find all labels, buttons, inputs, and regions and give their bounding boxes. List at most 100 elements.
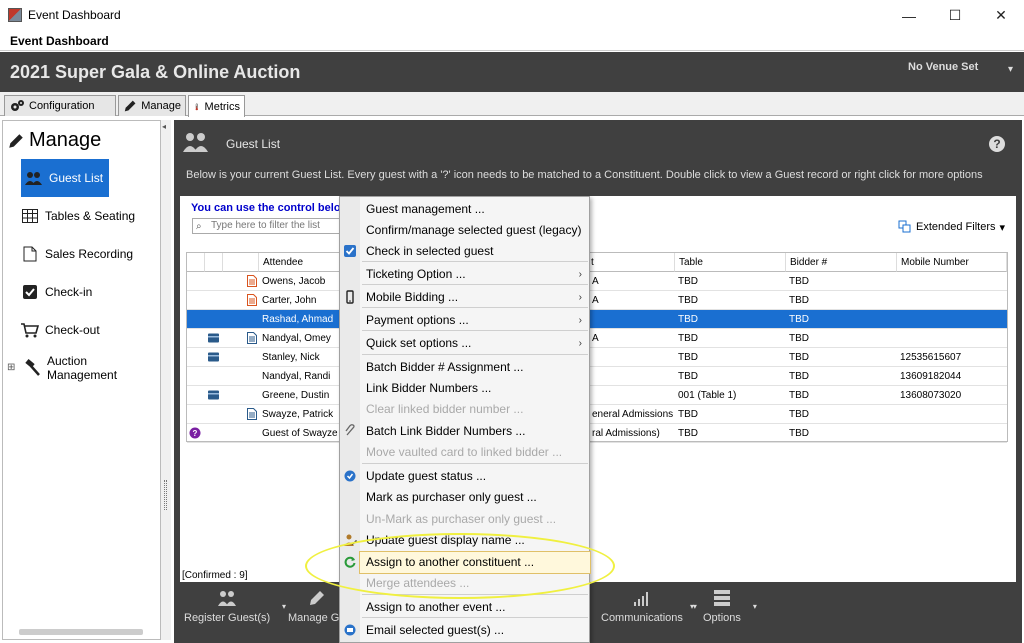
table-header-bidder[interactable]: Bidder # — [786, 253, 897, 272]
submenu-arrow-icon: › — [578, 269, 582, 280]
table-cell-table: TBD — [675, 348, 786, 367]
table-header-ticket[interactable]: t — [589, 253, 675, 272]
options-button[interactable]: Options ▾ — [703, 588, 757, 624]
menu-item-payment-options[interactable]: Payment options ... › — [360, 310, 590, 331]
sidebar-scrollbar[interactable] — [19, 629, 143, 635]
table-cell-table: 001 (Table 1) — [675, 386, 786, 405]
communications-label: Communications — [601, 612, 683, 624]
sidebar-item-label: Sales Recording — [45, 247, 134, 261]
table-cell-bidder: TBD — [786, 386, 897, 405]
table-cell-bidder: TBD — [786, 405, 897, 424]
sidebar-item-label: Guest List — [49, 171, 104, 185]
chevron-down-icon: ▾ — [282, 602, 287, 611]
bottom-toolbar: Register Guest(s) Manage Gu Communicatio… — [174, 582, 1022, 640]
page-description: Below is your current Guest List. Every … — [186, 169, 983, 181]
menu-separator — [362, 307, 588, 308]
chevron-down-icon: ▾ — [999, 221, 1006, 234]
checkbox-checked-icon — [344, 245, 356, 257]
filter-input[interactable]: Type here to filter the list ⌕ — [192, 218, 342, 234]
menu-item-assign-to-another-event[interactable]: Assign to another event ... — [360, 597, 590, 618]
tab-configuration-label: Configuration — [29, 100, 95, 112]
table-cell-bidder: TBD — [786, 424, 897, 443]
table-cell-table: TBD — [675, 291, 786, 310]
menu-item-check-in-selected-guest[interactable]: Check in selected guest — [360, 241, 590, 262]
tab-manage[interactable]: Manage — [118, 95, 186, 116]
minimize-button[interactable]: — — [886, 0, 932, 31]
tab-metrics[interactable]: Metrics — [188, 95, 245, 117]
venue-chevron-down-icon[interactable]: ▾ — [1008, 64, 1013, 75]
venue-selector[interactable]: No Venue Set — [908, 61, 978, 73]
credit-card-icon — [208, 352, 219, 362]
menu-item-label: Assign to another event ... — [366, 600, 506, 614]
collapse-arrow-icon[interactable]: ◂ — [162, 122, 166, 131]
sidebar-splitter[interactable]: ◂ — [161, 120, 171, 640]
table-header-col[interactable] — [205, 253, 223, 272]
menu-item-label: Check in selected guest — [366, 244, 494, 258]
menu-item-mobile-bidding[interactable]: Mobile Bidding ... › — [360, 287, 590, 308]
table-cell-ticket: ral Admissions) — [589, 424, 675, 443]
table-cell-mobile — [897, 310, 1007, 329]
table-cell-mobile — [897, 405, 1007, 424]
document-icon — [21, 245, 39, 263]
menu-item-guest-management[interactable]: Guest management ... — [360, 199, 590, 220]
page-title: Guest List — [226, 137, 281, 151]
menu-item-un-mark-as-purchaser-only-guest: Un-Mark as purchaser only guest ... — [360, 509, 590, 530]
sidebar-item-tables-seating[interactable]: Tables & Seating — [21, 205, 139, 227]
row-icon-cell — [187, 367, 259, 386]
table-header-col[interactable] — [223, 253, 259, 272]
sidebar-item-check-out[interactable]: Check-out — [21, 319, 104, 341]
mobile-phone-icon — [346, 290, 354, 304]
extended-filters-button[interactable]: Extended Filters ▾ — [898, 220, 1005, 234]
sidebar-item-label: Tables & Seating — [45, 209, 136, 223]
tab-metrics-label: Metrics — [204, 100, 240, 113]
table-header-col[interactable] — [187, 253, 205, 272]
filter-icon — [898, 220, 911, 233]
menu-item-update-guest-status[interactable]: Update guest status ... — [360, 466, 590, 487]
cart-icon — [21, 321, 39, 339]
tab-configuration[interactable]: Configuration — [4, 95, 116, 116]
menu-item-link-bidder-numbers[interactable]: Link Bidder Numbers ... — [360, 378, 590, 399]
gears-icon — [11, 100, 24, 111]
menu-item-label: Guest management ... — [366, 202, 485, 216]
menu-item-mark-as-purchaser-only-guest[interactable]: Mark as purchaser only guest ... — [360, 487, 590, 508]
row-icon-cell — [187, 310, 259, 329]
table-cell-table: TBD — [675, 310, 786, 329]
menu-separator — [362, 284, 588, 285]
sidebar-item-check-in[interactable]: Check-in — [21, 281, 96, 303]
menu-item-label: Un-Mark as purchaser only guest ... — [366, 512, 557, 526]
annotation-ellipse — [305, 533, 615, 599]
table-header-mobile[interactable]: Mobile Number — [897, 253, 1007, 272]
manage-guests-button[interactable]: Manage Gu — [288, 588, 345, 624]
submenu-arrow-icon: › — [578, 292, 582, 303]
menu-item-label: Batch Bidder # Assignment ... — [366, 360, 524, 374]
signal-bars-icon — [633, 592, 648, 606]
splitter-grip[interactable] — [164, 480, 167, 510]
sidebar-item-sales-recording[interactable]: Sales Recording — [21, 243, 137, 265]
close-button[interactable]: ✕ — [978, 0, 1024, 31]
sidebar-item-label: Auction Management — [47, 354, 118, 382]
tab-bar: Configuration Manage Metrics — [0, 92, 1024, 117]
table-header-table[interactable]: Table — [675, 253, 786, 272]
help-icon[interactable]: ? — [989, 136, 1005, 152]
info-circle-icon — [344, 470, 356, 482]
menu-item-label: Quick set options ... — [366, 336, 472, 350]
menu-item-email-selected-guest-s[interactable]: Email selected guest(s) ... — [360, 620, 590, 641]
menu-item-confirm-manage-selected-guest-legacy[interactable]: Confirm/manage selected guest (legacy) — [360, 220, 590, 241]
sidebar-item-guest-list[interactable]: Guest List — [21, 159, 110, 197]
maximize-button[interactable]: ☐ — [932, 0, 978, 31]
menu-item-move-vaulted-card-to-linked-bidder: Move vaulted card to linked bidder ... — [360, 442, 590, 463]
menu-item-quick-set-options[interactable]: Quick set options ... › — [360, 333, 590, 354]
register-guests-button[interactable]: Register Guest(s) — [184, 588, 270, 624]
people-icon — [25, 169, 43, 187]
expand-icon[interactable]: ⊞ — [7, 362, 15, 373]
svg-text:?: ? — [193, 429, 198, 438]
table-cell-mobile — [897, 329, 1007, 348]
table-cell-table: TBD — [675, 367, 786, 386]
menu-item-batch-bidder-assignment[interactable]: Batch Bidder # Assignment ... — [360, 357, 590, 378]
menu-item-ticketing-option[interactable]: Ticketing Option ... › — [360, 264, 590, 285]
menu-item-batch-link-bidder-numbers[interactable]: Batch Link Bidder Numbers ... — [360, 421, 590, 442]
menu-item-label: Email selected guest(s) ... — [366, 623, 505, 637]
control-hint: You can use the control belo — [191, 202, 341, 214]
sidebar-item-auction-management[interactable]: Auction Management — [23, 354, 160, 382]
communications-button[interactable]: Communications ▾ — [601, 588, 697, 624]
